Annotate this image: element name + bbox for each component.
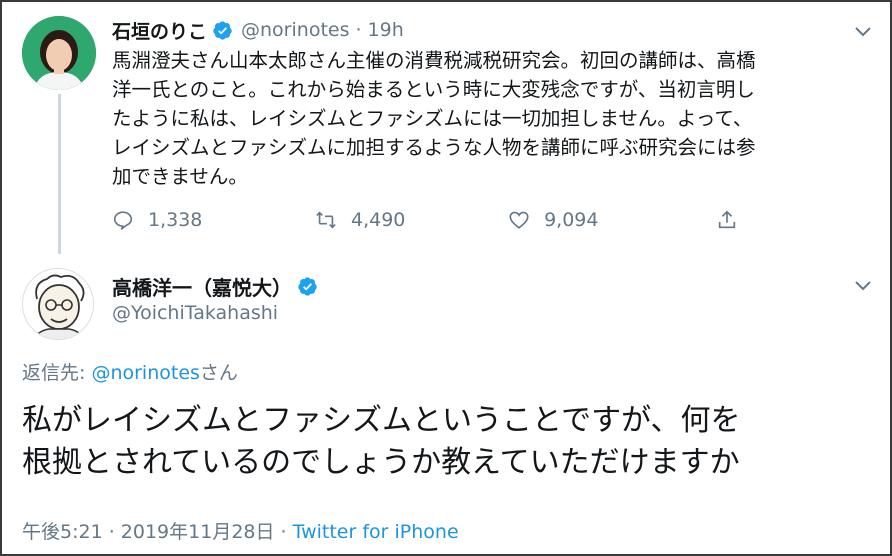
share-icon	[718, 210, 736, 229]
tweet2-meta: 午後5:21 · 2019年11月28日 · Twitter for iPhon…	[22, 517, 459, 544]
tweet2-text: 私がレイシズムとファシズムということですが、何を 根拠とされているのでしょうか教…	[22, 403, 741, 480]
like-count: 9,094	[544, 209, 599, 231]
tweet-source[interactable]: Twitter for iPhone	[293, 521, 459, 543]
tweet-timestamp[interactable]: 午後5:21 · 2019年11月28日 ·	[22, 521, 293, 543]
avatar-norinotes[interactable]	[22, 16, 96, 90]
tweet1-text: 馬淵澄夫さん山本太郎さん主催の消費税減税研究会。初回の講師は、高橋 洋一氏とのこ…	[112, 49, 756, 188]
reply-to-suffix: さん	[199, 362, 238, 384]
like-button[interactable]: 9,094	[508, 209, 716, 231]
tweet-thread: 石垣のりこ @norinotes · 19h 馬淵澄夫さん山本太郎さん主催の消費…	[0, 0, 892, 556]
tweet1-actions: 1,338 4,490 9,094	[112, 204, 752, 236]
avatar-image	[23, 269, 93, 339]
author-name[interactable]: 石垣のりこ	[112, 17, 207, 44]
share-button[interactable]	[716, 209, 752, 231]
chevron-down-icon[interactable]	[853, 278, 873, 292]
avatar-image	[22, 16, 96, 90]
reply-to-line: 返信先: @norinotesさん	[22, 358, 238, 385]
verified-badge-icon	[213, 20, 232, 40]
author-handle[interactable]: @YoichiTakahashi	[112, 302, 278, 324]
like-icon	[509, 211, 529, 229]
reply-icon	[113, 211, 133, 230]
separator-dot: ·	[355, 19, 362, 41]
chevron-down-icon[interactable]	[853, 24, 873, 38]
tweet2-header: 高橋洋一（嘉悦大）	[112, 272, 318, 300]
retweet-count: 4,490	[350, 209, 406, 231]
author-name[interactable]: 高橋洋一（嘉悦大）	[112, 272, 292, 301]
thread-connector-line	[58, 94, 61, 254]
reply-button[interactable]: 1,338	[112, 209, 315, 231]
reply-to-prefix: 返信先:	[22, 362, 92, 384]
tweet1-header: 石垣のりこ @norinotes · 19h	[112, 16, 404, 44]
retweet-icon	[316, 211, 336, 229]
retweet-button[interactable]: 4,490	[315, 209, 508, 231]
reply-count: 1,338	[148, 209, 203, 231]
verified-badge-icon	[298, 276, 317, 296]
reply-to-link[interactable]: @norinotes	[91, 362, 199, 384]
avatar-yoichitakahashi[interactable]	[22, 268, 94, 340]
author-handle[interactable]: @norinotes	[241, 19, 349, 41]
tweet-time[interactable]: 19h	[368, 19, 404, 41]
